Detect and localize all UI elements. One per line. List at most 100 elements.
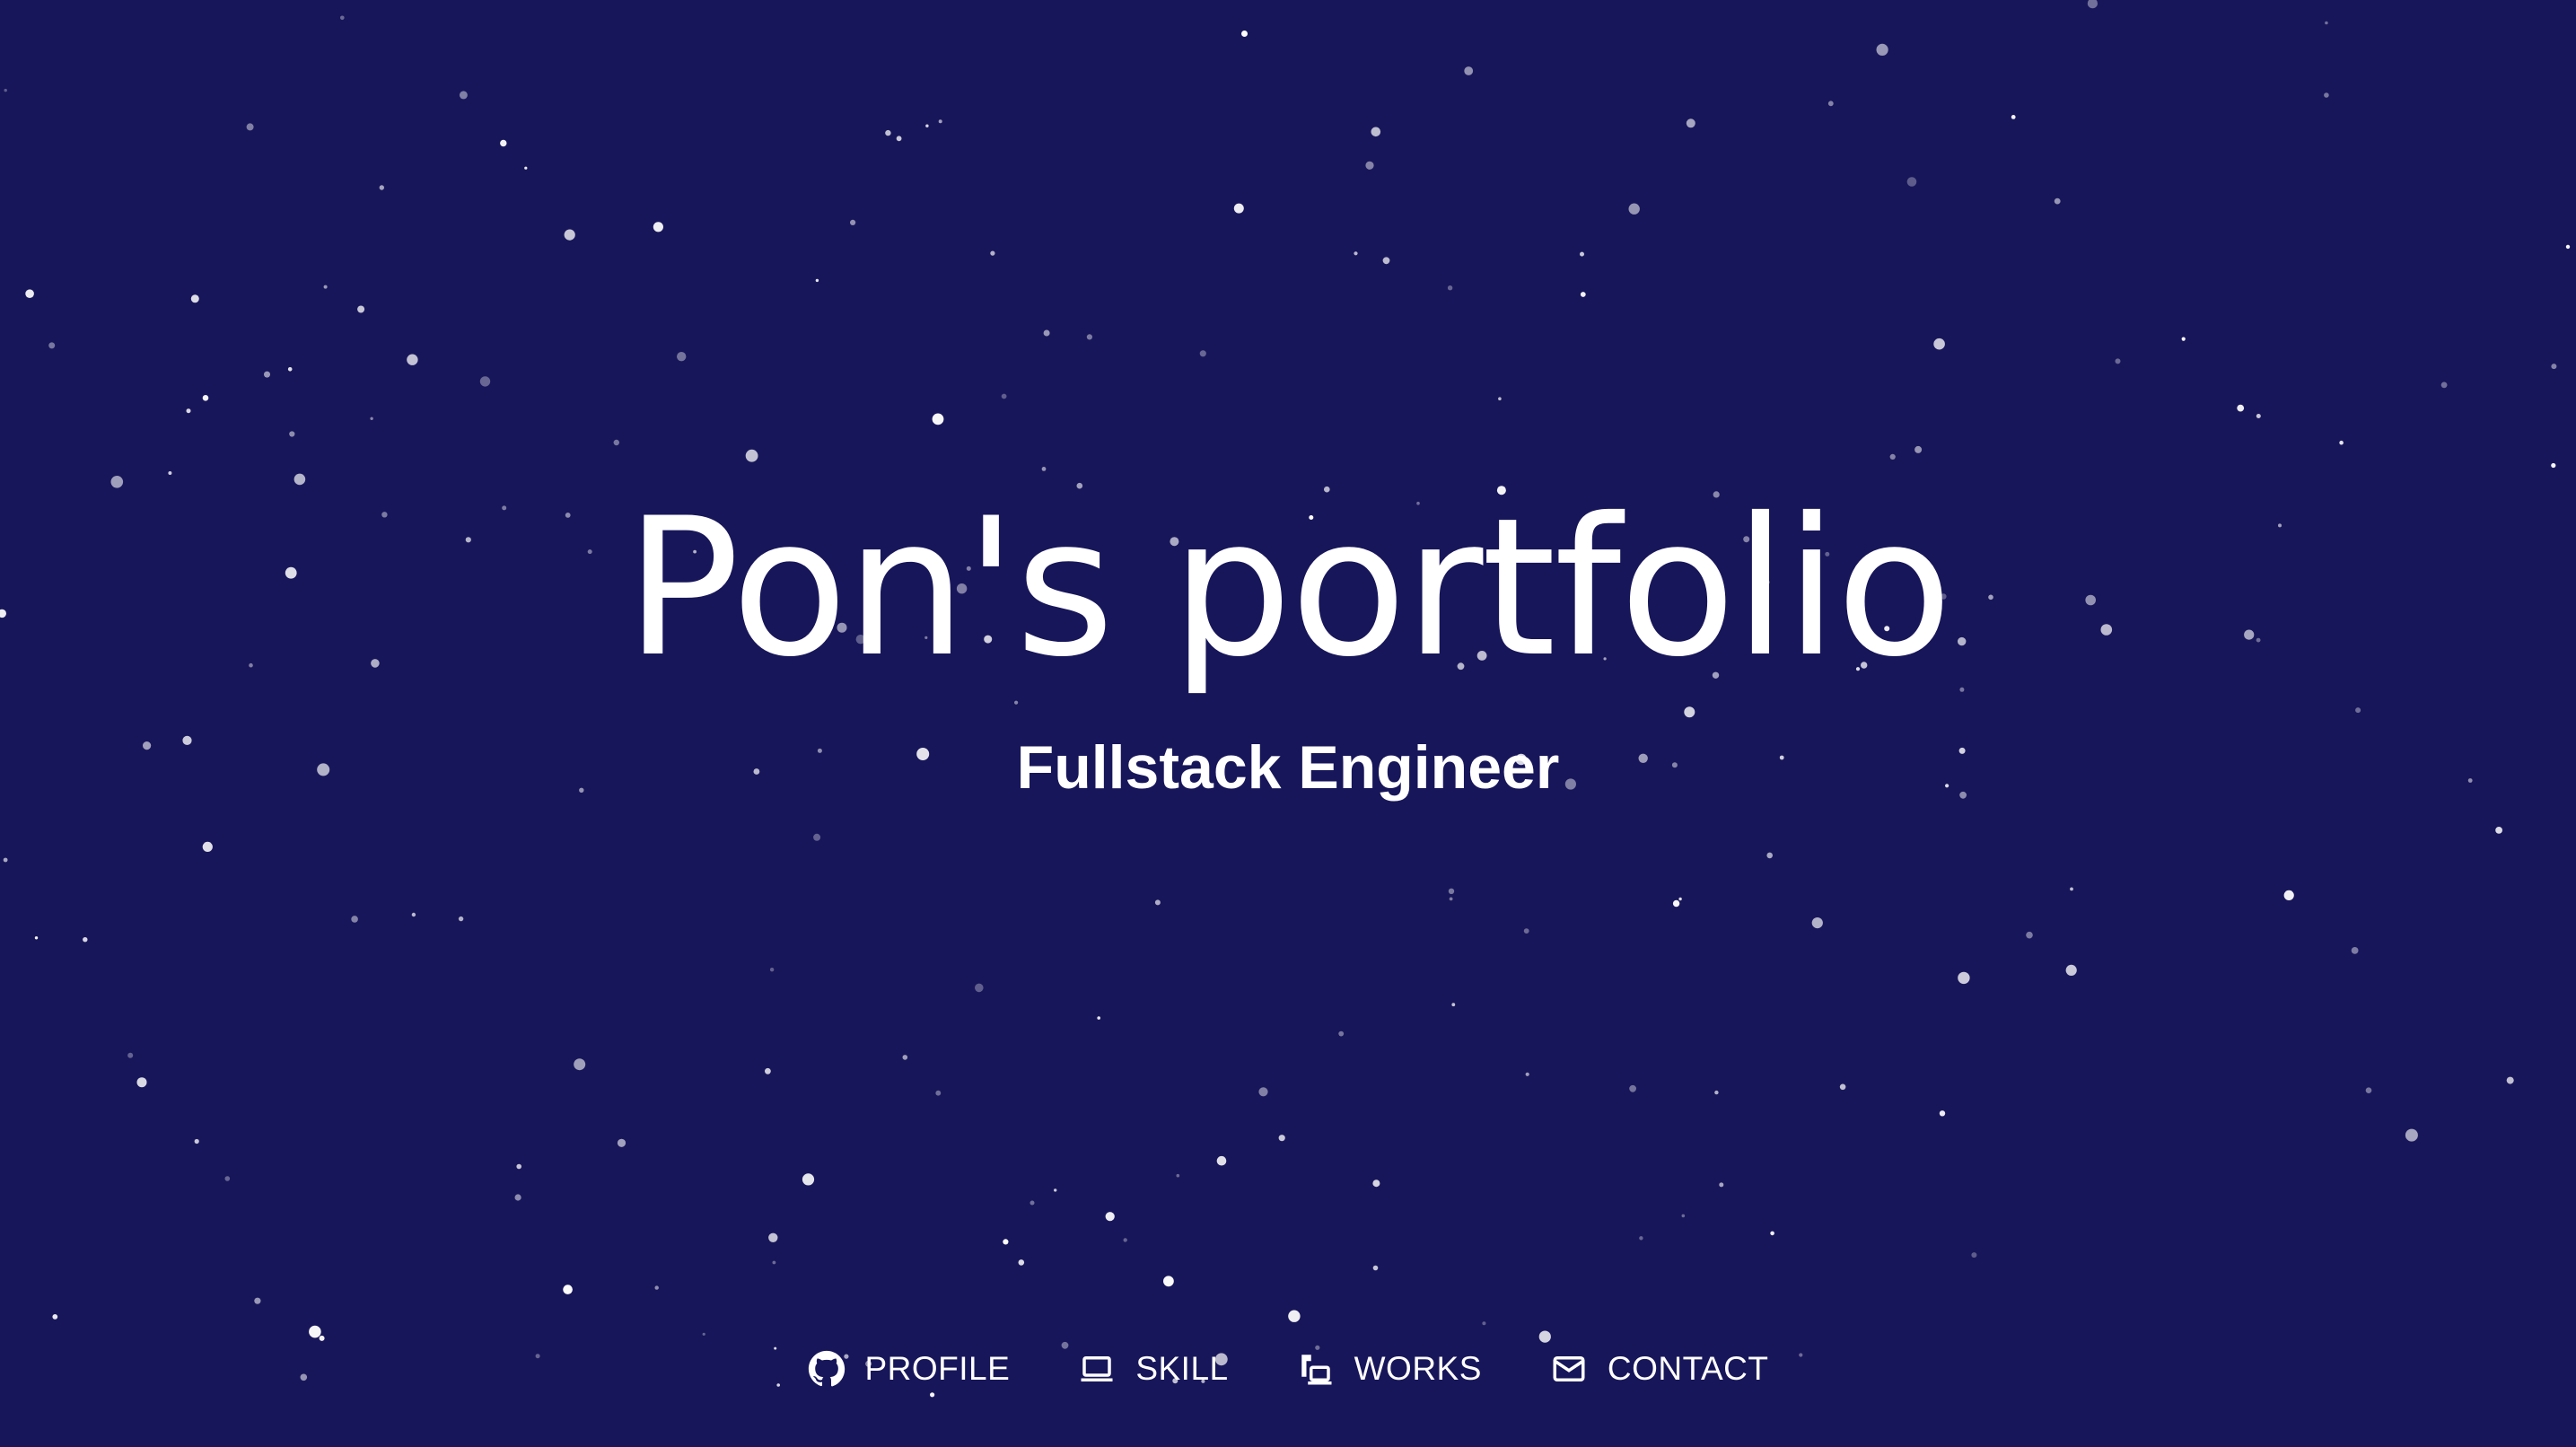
star (1839, 1083, 1846, 1091)
star (925, 124, 929, 127)
nav-item-skill[interactable]: SKILL (1078, 1350, 1228, 1388)
star (802, 1173, 815, 1186)
star (772, 1260, 776, 1265)
star (1971, 1252, 1977, 1258)
star (2339, 440, 2344, 445)
star (2256, 414, 2261, 418)
star (1639, 1236, 1643, 1241)
star (1498, 397, 1502, 401)
star (1523, 928, 1529, 934)
star (975, 983, 984, 993)
star (885, 129, 891, 136)
star (2440, 381, 2448, 389)
star (1933, 338, 1945, 350)
star (1233, 203, 1244, 214)
star (186, 408, 191, 414)
star (190, 294, 199, 303)
star (2181, 337, 2186, 341)
star (1372, 1180, 1380, 1188)
star (289, 431, 295, 437)
nav-item-contact[interactable]: CONTACT (1550, 1350, 1769, 1388)
star (702, 1332, 705, 1336)
star (514, 1194, 521, 1201)
star (500, 139, 507, 147)
star (34, 936, 39, 940)
star (2070, 887, 2073, 891)
star (246, 123, 254, 131)
star (2054, 197, 2061, 205)
star (815, 278, 819, 283)
star (2551, 462, 2556, 469)
star (2565, 244, 2571, 250)
star (653, 222, 664, 232)
star (48, 342, 56, 349)
star (411, 912, 416, 917)
star (1372, 1265, 1379, 1271)
star (2011, 114, 2016, 119)
bottom-navigation: PROFILE SKILL WORKS CONTACT (0, 1337, 2576, 1400)
star (1216, 1155, 1227, 1166)
star (524, 166, 528, 170)
star (83, 937, 88, 943)
star (1163, 1276, 1174, 1287)
star (1278, 1135, 1285, 1142)
star (1628, 203, 1640, 215)
star (2351, 947, 2359, 954)
star (2324, 92, 2329, 98)
star (1580, 292, 1586, 297)
star (1451, 1003, 1456, 1007)
star (1105, 1212, 1115, 1222)
star (1580, 251, 1584, 257)
star (254, 1297, 261, 1304)
star (340, 15, 345, 21)
star (1889, 453, 1896, 460)
star (264, 371, 270, 378)
star (2237, 404, 2245, 412)
nav-label-skill: SKILL (1135, 1350, 1229, 1387)
star (1482, 1321, 1486, 1326)
nav-label-works: WORKS (1354, 1350, 1482, 1387)
star (1448, 888, 1455, 894)
star (323, 285, 328, 289)
star (1672, 899, 1680, 908)
star (574, 1058, 586, 1071)
star (1288, 1310, 1301, 1322)
star (1766, 852, 1773, 859)
star (1770, 1231, 1774, 1236)
star (902, 1055, 908, 1060)
star (990, 250, 995, 256)
star (379, 185, 384, 190)
star (1365, 161, 1374, 170)
star (1123, 1238, 1127, 1242)
star (1678, 897, 1682, 901)
star (1354, 251, 1358, 256)
star (1906, 177, 1917, 187)
star (1939, 1110, 1946, 1117)
star (202, 395, 209, 401)
star (1154, 899, 1161, 906)
star (932, 413, 944, 425)
star (458, 916, 464, 922)
star (1030, 1200, 1035, 1206)
star (677, 352, 687, 362)
starfield-background (0, 0, 2571, 1398)
star (3, 857, 8, 863)
hero-subtitle: Fullstack Engineer (1016, 733, 1560, 802)
star (1684, 706, 1695, 718)
devices-icon (1297, 1350, 1335, 1388)
star (2551, 364, 2557, 370)
star (1681, 1214, 1686, 1218)
star (563, 1285, 573, 1294)
star (1464, 66, 1474, 75)
landing-page: Pon's portfolio Fullstack Engineer PROFI… (0, 0, 2576, 1447)
star (1041, 467, 1047, 471)
nav-item-profile[interactable]: PROFILE (808, 1350, 1011, 1388)
star (25, 289, 34, 299)
star (287, 367, 293, 372)
star (1054, 1188, 1057, 1192)
star (459, 91, 468, 100)
star (1876, 43, 1888, 57)
star (136, 1077, 147, 1088)
star (4, 88, 7, 92)
nav-item-works[interactable]: WORKS (1297, 1350, 1482, 1388)
